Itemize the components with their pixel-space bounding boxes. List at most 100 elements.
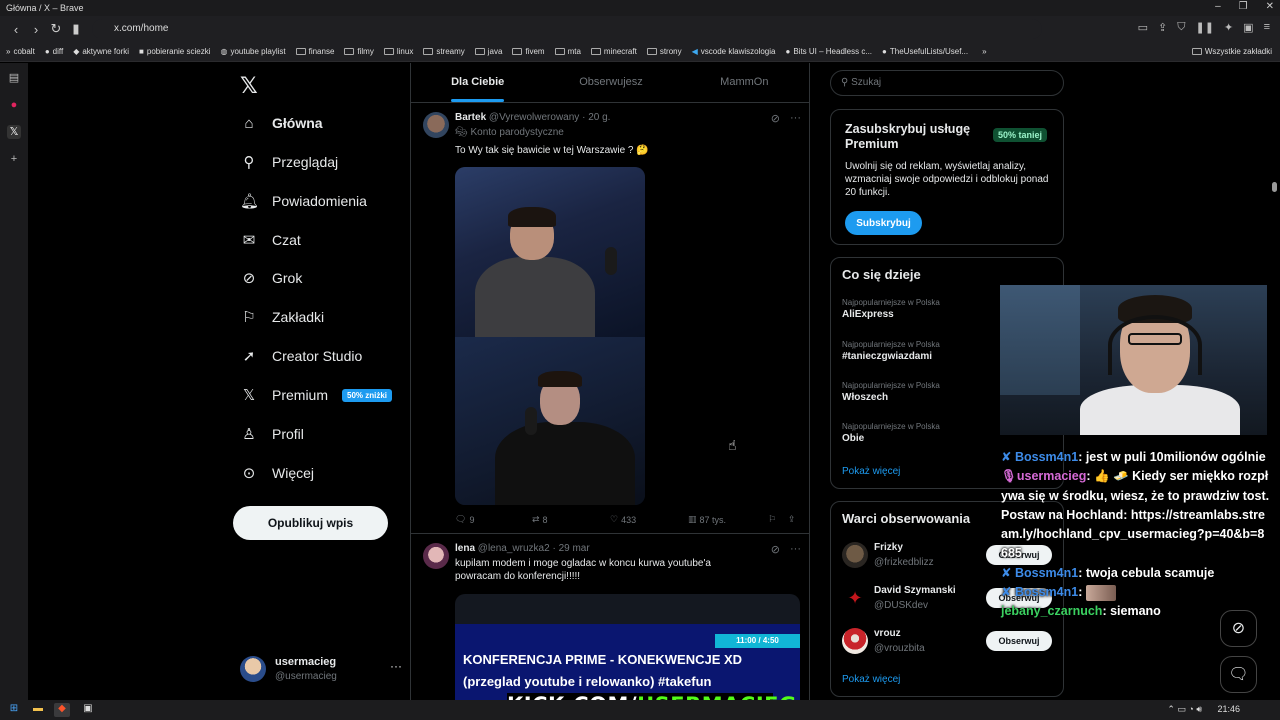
- terminal-icon[interactable]: ▣: [80, 703, 96, 717]
- account-switcher[interactable]: usermacieg @usermacieg ···: [240, 653, 402, 689]
- trends-show-more[interactable]: Pokaż więcej: [842, 466, 900, 477]
- bookmark-folder[interactable]: fivem: [512, 47, 545, 56]
- scrollbar-thumb[interactable]: [1272, 182, 1277, 192]
- like-button[interactable]: ♡ 433: [610, 514, 688, 525]
- follow-title: Warci obserwowania: [842, 511, 971, 526]
- tweet[interactable]: Bartek @Vyrewolwerowany · 20 g. ⊘ ··· 🎭︎…: [411, 104, 809, 534]
- bookmarks-overflow[interactable]: »: [982, 47, 986, 56]
- grok-icon[interactable]: ⊘: [771, 543, 780, 556]
- brave-browser-icon[interactable]: ◆: [54, 703, 70, 717]
- bookmark-folder[interactable]: minecraft: [590, 47, 637, 56]
- tweet-author-name[interactable]: Bartek: [455, 112, 486, 123]
- nav-chat[interactable]: ✉ Czat: [240, 225, 301, 255]
- brave-shield-icon[interactable]: ⛉: [1177, 21, 1185, 34]
- views-button[interactable]: ▥ 87 tys.: [688, 514, 768, 525]
- nav-home[interactable]: ⌂ Główna: [240, 108, 322, 138]
- pause-icon[interactable]: ❚❚: [1196, 21, 1214, 34]
- post-button[interactable]: Opublikuj wpis: [233, 506, 388, 540]
- tab-following[interactable]: Obserwujesz: [544, 63, 677, 102]
- close-icon[interactable]: ✕: [1266, 1, 1274, 12]
- minimize-icon[interactable]: –: [1215, 1, 1221, 12]
- trend-item[interactable]: Najpopularniejsze w Polska #tanieczgwiazd…: [842, 340, 940, 362]
- trend-item[interactable]: Najpopularniejsze w Polska Włoszech: [842, 381, 940, 403]
- bookmark-folder[interactable]: java: [474, 47, 502, 56]
- mask-icon: 🎭︎: [455, 127, 471, 138]
- avatar[interactable]: [423, 543, 449, 569]
- x-app-icon[interactable]: 𝕏: [7, 125, 21, 139]
- nav-notifications[interactable]: 🔔︎ Powiadomienia: [240, 186, 367, 216]
- bookmark-folder[interactable]: strony: [646, 47, 682, 56]
- share-button[interactable]: ⇪: [788, 514, 808, 525]
- bookmark-folder[interactable]: finanse: [295, 47, 334, 56]
- add-icon[interactable]: +: [7, 153, 21, 167]
- nav-bookmarks[interactable]: ⚐ Zakładki: [240, 302, 324, 332]
- more-icon[interactable]: ···: [790, 112, 801, 125]
- tweet-author-handle[interactable]: @Vyrewolwerowany: [489, 112, 579, 123]
- repost-button[interactable]: ⇄ 8: [532, 514, 610, 525]
- more-icon[interactable]: ···: [790, 543, 801, 556]
- tweet-author-name[interactable]: lena: [455, 543, 475, 554]
- nav-profile[interactable]: ♙ Profil: [240, 419, 304, 449]
- bookmark-item[interactable]: ● TheUsefulLists/Usef...: [882, 47, 968, 56]
- back-icon[interactable]: ‹: [6, 22, 26, 37]
- tweet-time[interactable]: 20 g.: [588, 112, 610, 123]
- extensions-icon[interactable]: ✦: [1224, 21, 1233, 34]
- avatar[interactable]: [423, 112, 449, 138]
- menu-icon[interactable]: ≡: [1264, 21, 1270, 34]
- x-logo-icon[interactable]: 𝕏: [240, 73, 258, 99]
- folder-icon: [344, 48, 355, 55]
- chat-message: 🎙︎usermacieg: 👍 🧈 Kiedy ser miękko rozpł…: [1001, 469, 1270, 561]
- reply-icon: 🗨︎: [455, 514, 467, 524]
- follow-show-more[interactable]: Pokaż więcej: [842, 674, 900, 685]
- bookmark-item[interactable]: » cobalt: [6, 47, 35, 56]
- nav-grok[interactable]: ⊘ Grok: [240, 263, 303, 293]
- bookmark-folder[interactable]: filmy: [344, 47, 374, 56]
- tweet[interactable]: lena @lena_wruzka2 · 29 mar ⊘ ··· kupila…: [411, 535, 809, 700]
- nav-more[interactable]: ⊙ Więcej: [240, 458, 314, 488]
- nav-premium[interactable]: 𝕏 Premium 50% zniżki: [240, 380, 393, 410]
- tweet-time[interactable]: 29 mar: [559, 543, 590, 554]
- address-bar[interactable]: x.com/home: [92, 19, 1042, 39]
- bookmark-button[interactable]: ⚐: [768, 514, 788, 525]
- bookmark-item[interactable]: ■ pobieranie sciezki: [139, 47, 210, 56]
- cast-icon[interactable]: ▭: [1138, 21, 1148, 34]
- tab-list[interactable]: MammOn: [678, 63, 809, 102]
- reload-icon[interactable]: ↻: [46, 21, 66, 37]
- tweet-media[interactable]: [455, 167, 645, 505]
- all-bookmarks[interactable]: Wszystkie zakładki: [1191, 47, 1272, 56]
- file-explorer-icon[interactable]: ▬: [30, 703, 46, 717]
- nav-explore[interactable]: ⚲ Przeglądaj: [240, 147, 339, 177]
- panel-icon[interactable]: ▤: [7, 71, 21, 85]
- bookmark-item[interactable]: ● Bits UI – Headless c...: [785, 47, 872, 56]
- trend-item[interactable]: Najpopularniejsze w Polska Obie: [842, 422, 940, 444]
- bookmark-page-icon[interactable]: ▮: [66, 21, 86, 37]
- more-icon[interactable]: ···: [390, 659, 402, 673]
- bookmark-folder[interactable]: linux: [383, 47, 413, 56]
- grok-icon[interactable]: ⊘: [771, 112, 780, 125]
- nav-creator-studio[interactable]: ➚ Creator Studio: [240, 341, 363, 371]
- bookmark-folder[interactable]: streamy: [423, 47, 465, 56]
- bookmark-item[interactable]: ● diff: [45, 47, 63, 56]
- search-input[interactable]: ⚲ Szukaj: [830, 70, 1064, 96]
- bookmark-item[interactable]: ◍ youtube playlist: [220, 47, 285, 56]
- forward-icon[interactable]: ›: [26, 22, 46, 37]
- system-tray[interactable]: ⌃ ▭ ◔ 🔊︎: [1167, 704, 1202, 715]
- bookmark-item[interactable]: ◆ aktywne forki: [73, 47, 129, 56]
- messages-floating-button[interactable]: 🗨︎: [1220, 656, 1257, 693]
- bookmark-folder[interactable]: mta: [554, 47, 581, 56]
- tweet-author-handle[interactable]: @lena_wruzka2: [478, 543, 550, 554]
- bookmark-item[interactable]: ◀ vscode klawiszologia: [692, 47, 776, 56]
- share-icon[interactable]: ⇪: [1158, 21, 1167, 34]
- start-icon[interactable]: ⊞: [6, 703, 22, 717]
- trend-item[interactable]: Najpopularniejsze w Polska AliExpress: [842, 298, 940, 320]
- reply-button[interactable]: 🗨︎ 9: [455, 514, 532, 525]
- tweet-media[interactable]: 11:00 / 4:50 KONFERENCJA PRIME - KONEKWE…: [455, 594, 800, 700]
- tab-for-you[interactable]: Dla Ciebie: [411, 63, 544, 102]
- follow-button[interactable]: Obserwuj: [986, 631, 1052, 651]
- grok-floating-button[interactable]: ⊘: [1220, 610, 1257, 647]
- app-icon[interactable]: ●: [7, 99, 21, 113]
- maximize-icon[interactable]: ❐: [1239, 1, 1248, 12]
- chat-emote: [1086, 584, 1117, 601]
- sidebar-toggle-icon[interactable]: ▣: [1243, 21, 1253, 34]
- subscribe-button[interactable]: Subskrybuj: [845, 211, 922, 235]
